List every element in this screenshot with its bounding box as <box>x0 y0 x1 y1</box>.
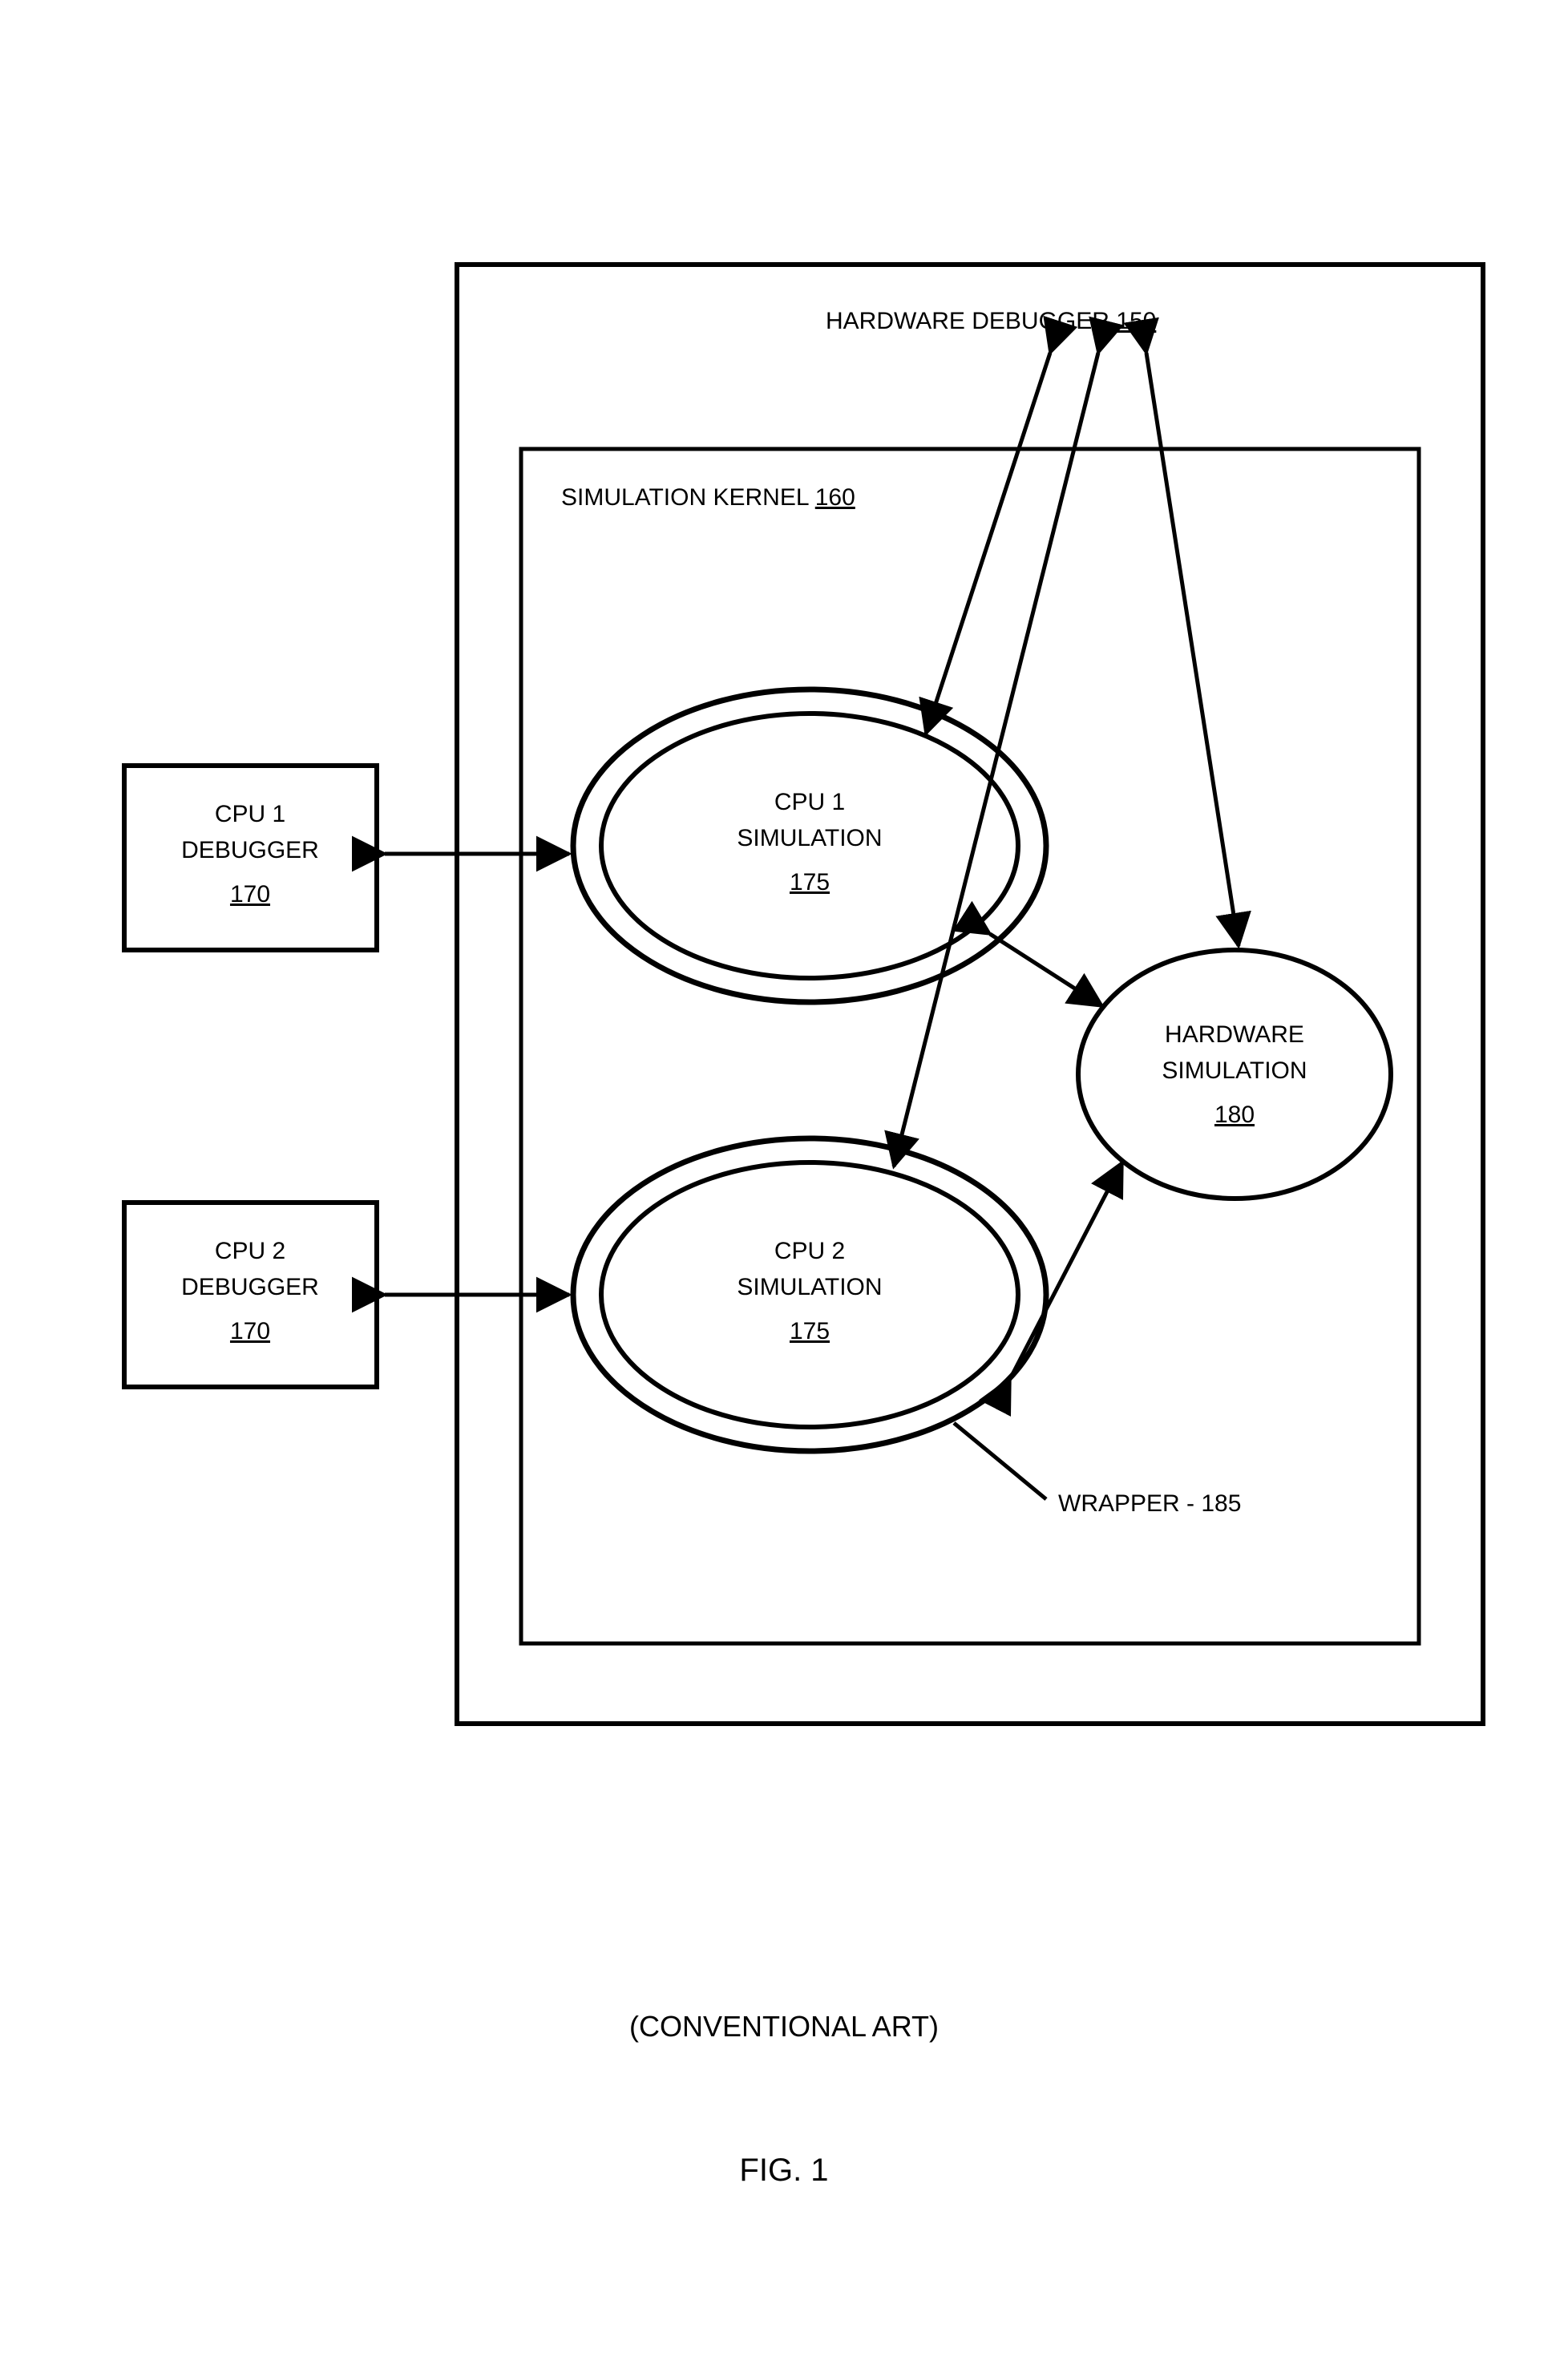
cpu1-sim-ref: 175 <box>790 869 830 895</box>
conn-cpu1sim-hwsim <box>990 934 1102 1006</box>
txt: HARDWARE DEBUGGER <box>826 308 1109 334</box>
txt: SIMULATION KERNEL <box>561 484 809 511</box>
cpu2-sim-ref: 175 <box>790 1318 830 1344</box>
simulation-kernel-label: SIMULATION KERNEL 160 <box>561 484 855 511</box>
simulation-kernel-ref: 160 <box>815 484 855 511</box>
conn-cpu2sim-hwsim <box>1010 1162 1122 1379</box>
hw-sim-line2: SIMULATION <box>1162 1057 1307 1084</box>
hardware-debugger-label: HARDWARE DEBUGGER 150 <box>826 308 1156 334</box>
cpu2-debugger-line1: CPU 2 <box>215 1238 285 1264</box>
figure-number: FIG. 1 <box>739 2153 828 2188</box>
cpu2-debugger-line2: DEBUGGER <box>181 1274 319 1300</box>
caption-conventional-art: (CONVENTIONAL ART) <box>629 2010 939 2043</box>
cpu1-sim-line1: CPU 1 <box>774 789 845 815</box>
figure-1-diagram: HARDWARE DEBUGGER 150 SIMULATION KERNEL … <box>0 0 1568 2361</box>
cpu2-sim-line1: CPU 2 <box>774 1238 845 1264</box>
hardware-debugger-ref: 150 <box>1116 308 1156 334</box>
hw-sim-line1: HARDWARE <box>1165 1021 1304 1048</box>
cpu2-sim-line2: SIMULATION <box>737 1274 882 1300</box>
cpu1-debugger-line1: CPU 1 <box>215 801 285 827</box>
conn-hwdbg-cpu1sim <box>926 353 1050 734</box>
wrapper-leader <box>954 1423 1046 1499</box>
wrapper-label: WRAPPER - 185 <box>1058 1490 1241 1517</box>
cpu1-sim-line2: SIMULATION <box>737 825 882 851</box>
hw-sim-ref: 180 <box>1214 1102 1255 1128</box>
cpu1-debugger-ref: 170 <box>230 881 270 908</box>
cpu1-debugger-line2: DEBUGGER <box>181 837 319 863</box>
cpu2-debugger-ref: 170 <box>230 1318 270 1344</box>
conn-hwdbg-hwsim <box>1146 353 1239 946</box>
